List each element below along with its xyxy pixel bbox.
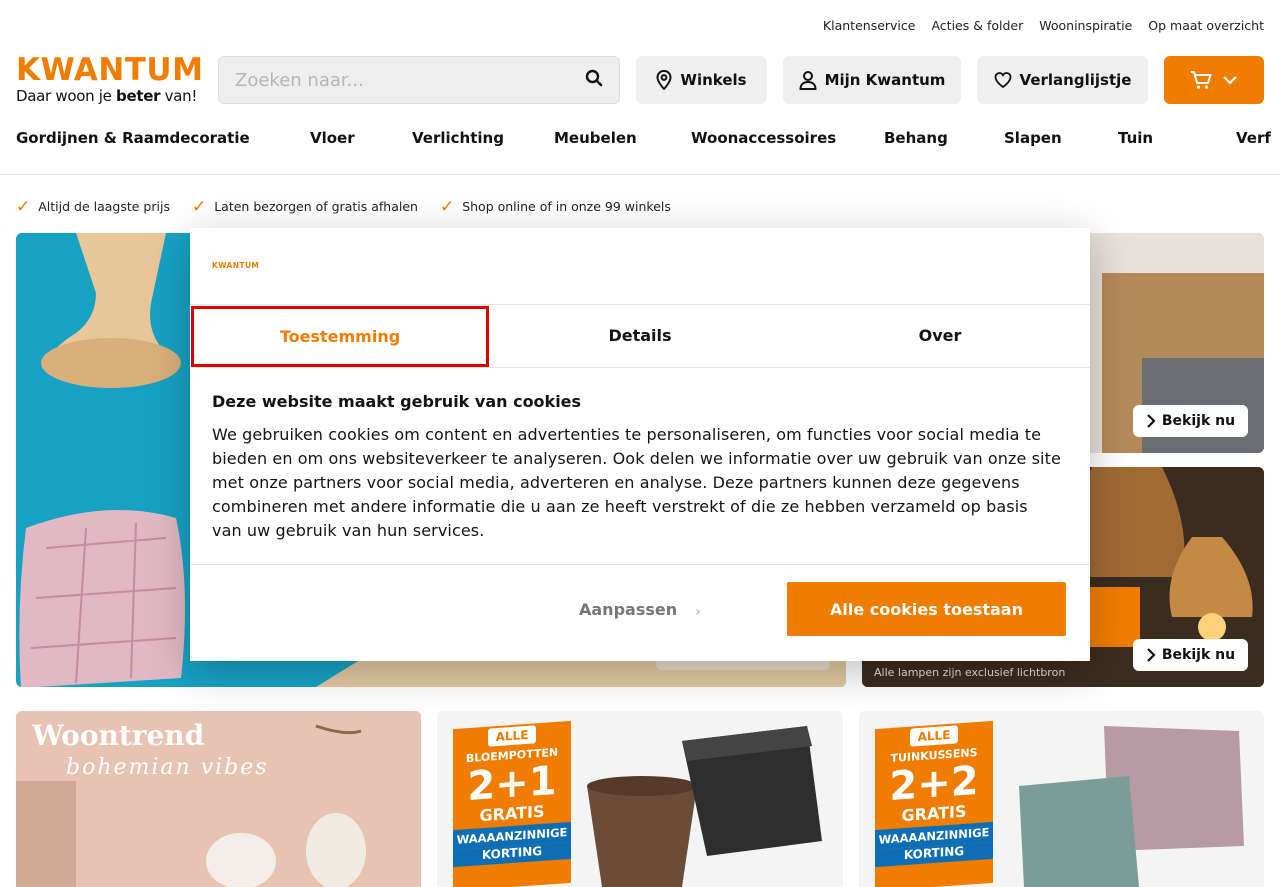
dialog-text: We gebruiken cookies om content en adver… (212, 425, 1061, 540)
nav-woonaccessoires[interactable]: Woonaccessoires (691, 129, 836, 147)
pink-cushion-image (19, 510, 185, 687)
usp-text: Shop online of in onze 99 winkels (462, 199, 671, 214)
nav-verf[interactable]: Verf (1236, 129, 1271, 147)
link-op-maat[interactable]: Op maat overzicht (1148, 18, 1264, 33)
customize-label: Aanpassen (579, 599, 678, 619)
wishlist-button[interactable]: Verlanglijstje (977, 56, 1148, 104)
customize-button[interactable]: Aanpassen › (579, 598, 701, 621)
tab-toestemming[interactable]: Toestemming (191, 306, 489, 367)
usp-item: ✓ Laten bezorgen of gratis afhalen (191, 196, 418, 217)
allow-all-cookies-button[interactable]: Alle cookies toestaan (787, 582, 1066, 636)
cart-button[interactable] (1164, 56, 1264, 104)
search-box (218, 56, 620, 104)
account-label: Mijn Kwantum (824, 71, 946, 89)
logo-tagline: Daar woon je beter van! (16, 87, 204, 105)
garden-cushions-image (1019, 726, 1244, 887)
lamp-disclaimer: Alle lampen zijn exclusief lichtbron (874, 666, 1066, 679)
check-icon: ✓ (439, 196, 455, 217)
top-links: Klantenservice Acties & folder Wooninspi… (823, 18, 1264, 33)
wishlist-label: Verlanglijstje (1019, 71, 1132, 89)
search-icon[interactable] (585, 69, 603, 91)
nav-divider (0, 174, 1280, 175)
usp-item: ✓ Shop online of in onze 99 winkels (439, 196, 671, 217)
badge-deal: 2+1 (467, 757, 557, 811)
bekijk-nu-button[interactable]: Bekijk nu (1133, 405, 1248, 437)
badge-deal: 2+2 (889, 757, 979, 811)
tab-over[interactable]: Over (790, 306, 1090, 364)
nav-behang[interactable]: Behang (884, 129, 948, 147)
nav-meubelen[interactable]: Meubelen (554, 129, 637, 147)
chevron-down-icon (1223, 76, 1237, 85)
trend-title: Woontrend (32, 719, 205, 752)
tab-details[interactable]: Details (490, 306, 790, 364)
search-input[interactable] (235, 69, 585, 91)
link-acties-folder[interactable]: Acties & folder (931, 18, 1023, 33)
category-nav: Gordijnen & Raamdecoratie Vloer Verlicht… (16, 129, 1280, 149)
discount-badge: ALLE BLOEMPOTTEN 2+1 GRATIS WAAAANZINNIG… (453, 720, 571, 887)
logo-wordmark: KWANTUM (16, 52, 204, 88)
stores-button[interactable]: Winkels (636, 56, 767, 104)
dialog-logo: KWANTUM (212, 261, 260, 270)
nav-verlichting[interactable]: Verlichting (412, 129, 504, 147)
dialog-heading: Deze website maakt gebruik van cookies (212, 392, 582, 411)
bekijk-nu-button[interactable]: Bekijk nu (1133, 639, 1248, 671)
discount-badge: ALLE TUINKUSSENS 2+2 GRATIS WAAAANZINNIG… (875, 720, 993, 887)
chevron-right-icon (1147, 414, 1156, 428)
usp-bar: ✓ Altijd de laagste prijs ✓ Laten bezorgen… (16, 196, 671, 217)
dialog-divider (190, 367, 1090, 368)
tagline-bold: beter (116, 87, 161, 105)
user-icon (799, 71, 817, 90)
chevron-right-icon (1147, 648, 1156, 662)
tagline-pre: Daar woon je (16, 87, 117, 105)
bekijk-nu-label: Bekijk nu (1161, 413, 1236, 429)
heart-icon (994, 72, 1011, 88)
cart-icon (1191, 71, 1212, 89)
bekijk-nu-label: Bekijk nu (1161, 647, 1236, 663)
dialog-body: Deze website maakt gebruik van cookies W… (212, 392, 1062, 543)
badge-alle: ALLE (487, 725, 537, 747)
usp-text: Laten bezorgen of gratis afhalen (214, 199, 418, 214)
link-wooninspiratie[interactable]: Wooninspiratie (1039, 18, 1132, 33)
tile-tuinkussens[interactable]: ALLE TUINKUSSENS 2+2 GRATIS WAAAANZINNIG… (859, 711, 1264, 887)
nav-gordijnen[interactable]: Gordijnen & Raamdecoratie (16, 129, 250, 147)
chevron-right-icon: › (695, 604, 701, 620)
nav-vloer[interactable]: Vloer (310, 129, 355, 147)
check-icon: ✓ (191, 196, 207, 217)
badge-alle: ALLE (909, 725, 959, 747)
trend-subtitle: bohemian vibes (66, 755, 269, 780)
link-klantenservice[interactable]: Klantenservice (823, 18, 916, 33)
nav-slapen[interactable]: Slapen (1004, 129, 1062, 147)
check-icon: ✓ (16, 196, 31, 217)
usp-item: ✓ Altijd de laagste prijs (16, 196, 170, 217)
location-pin-icon (656, 70, 672, 90)
stores-label: Winkels (680, 71, 747, 89)
dialog-divider (190, 564, 1090, 565)
account-button[interactable]: Mijn Kwantum (783, 56, 961, 104)
dialog-divider (190, 304, 1090, 305)
tile-woontrend[interactable]: Woontrend bohemian vibes (16, 711, 421, 887)
tile-bloempotten[interactable]: ALLE BLOEMPOTTEN 2+1 GRATIS WAAAANZINNIG… (437, 711, 843, 887)
flower-pots-image (587, 726, 822, 887)
tagline-post: van! (160, 87, 198, 105)
logo[interactable]: KWANTUM Daar woon je beter van! (16, 52, 204, 106)
cookie-dialog: KWANTUM Toestemming Details Over Deze we… (190, 228, 1090, 661)
usp-text: Altijd de laagste prijs (38, 199, 170, 214)
nav-tuin[interactable]: Tuin (1118, 129, 1153, 147)
